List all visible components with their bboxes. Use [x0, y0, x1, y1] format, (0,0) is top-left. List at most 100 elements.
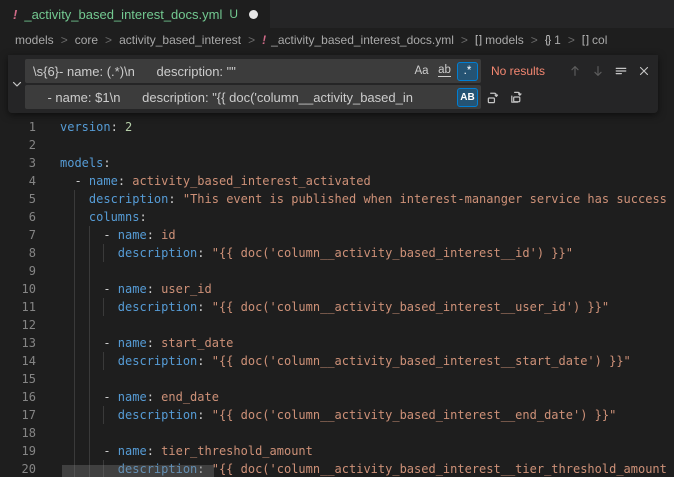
line-number[interactable]: 12 [0, 316, 36, 334]
code-line[interactable]: 6 columns: [0, 208, 674, 226]
breadcrumb-separator-icon: > [105, 33, 112, 47]
line-number[interactable]: 6 [0, 208, 36, 226]
previous-match-button[interactable] [564, 61, 585, 82]
code-line[interactable]: 2 [0, 136, 674, 154]
indent-guide [74, 262, 75, 280]
find-input[interactable]: \s{6}- name: (.*)\n description: "" Aa a… [25, 59, 481, 83]
code-line[interactable]: 17 description: "{{ doc('column__activit… [0, 406, 674, 424]
toggle-replace-button[interactable] [8, 55, 25, 113]
code-text: description: "This event is published wh… [60, 190, 667, 208]
breadcrumb-separator-icon: > [461, 33, 468, 47]
breadcrumb-item[interactable]: [ ]col [582, 33, 608, 47]
find-in-selection-button[interactable] [610, 61, 631, 82]
breadcrumb-item[interactable]: models [15, 33, 54, 47]
code-line[interactable]: 9 [0, 262, 674, 280]
line-number[interactable]: 14 [0, 352, 36, 370]
code-line[interactable]: 16 - name: end_date [0, 388, 674, 406]
code-line[interactable]: 11 description: "{{ doc('column__activit… [0, 298, 674, 316]
line-number[interactable]: 13 [0, 334, 36, 352]
code-text: version: 2 [60, 118, 132, 136]
code-line[interactable]: 5 description: "This event is published … [0, 190, 674, 208]
yaml-file-icon: ! [13, 7, 17, 22]
line-number[interactable]: 4 [0, 172, 36, 190]
code-text: description: "{{ doc('column__activity_b… [60, 298, 609, 316]
line-number[interactable]: 1 [0, 118, 36, 136]
indent-guide [74, 316, 75, 334]
line-number[interactable]: 9 [0, 262, 36, 280]
line-number[interactable]: 18 [0, 424, 36, 442]
line-number[interactable]: 7 [0, 226, 36, 244]
selection-lines-icon [614, 64, 628, 78]
breadcrumb-separator-icon: > [61, 33, 68, 47]
breadcrumb-item[interactable]: [ ]models [475, 33, 524, 47]
find-input-value: \s{6}- name: (.*)\n description: "" [33, 64, 409, 79]
whole-word-icon: ab [438, 65, 451, 77]
indent-guide [89, 262, 90, 280]
git-status-badge: U [229, 7, 238, 21]
line-number[interactable]: 16 [0, 388, 36, 406]
indent-guide [89, 316, 90, 334]
code-line[interactable]: 14 description: "{{ doc('column__activit… [0, 352, 674, 370]
line-number[interactable]: 5 [0, 190, 36, 208]
indent-guide [74, 370, 75, 388]
breadcrumb-item[interactable]: {} 1 [545, 33, 561, 47]
breadcrumb-item[interactable]: core [75, 33, 98, 47]
horizontal-scrollbar[interactable] [62, 465, 214, 477]
replace-all-button[interactable] [506, 87, 527, 108]
code-line[interactable]: 12 [0, 316, 674, 334]
code-text: description: "{{ doc('column__activity_b… [60, 244, 573, 262]
code-text: - name: id [60, 226, 176, 244]
symbol-icon: {} [545, 34, 550, 46]
breadcrumb-item[interactable]: activity_based_interest [119, 33, 241, 47]
replace-input-value: - name: $1\n description: "{{ doc('colum… [33, 90, 455, 105]
find-replace-widget: \s{6}- name: (.*)\n description: "" Aa a… [8, 55, 658, 113]
code-line[interactable]: 7 - name: id [0, 226, 674, 244]
editor[interactable]: 1 version: 2 23models:4 - name: activity_b… [0, 52, 674, 477]
yaml-file-icon: ! [262, 33, 266, 47]
breadcrumb-separator-icon: > [531, 33, 538, 47]
breadcrumb-label: models [485, 33, 524, 47]
line-number[interactable]: 19 [0, 442, 36, 460]
code-line[interactable]: 19 - name: tier_threshold_amount [0, 442, 674, 460]
tab-bar: ! _activity_based_interest_docs.yml U [0, 0, 674, 28]
line-number[interactable]: 10 [0, 280, 36, 298]
match-case-toggle[interactable]: Aa [411, 62, 432, 81]
whole-word-toggle[interactable]: ab [434, 62, 455, 81]
replace-all-icon [509, 90, 524, 105]
tab-activity-docs[interactable]: ! _activity_based_interest_docs.yml U [0, 0, 270, 28]
code-line[interactable]: 13 - name: start_date [0, 334, 674, 352]
preserve-case-toggle[interactable]: AB [457, 88, 478, 107]
code-text: - name: activity_based_interest_activate… [60, 172, 371, 190]
tab-filename: _activity_based_interest_docs.yml [24, 7, 222, 22]
symbol-icon: [ ] [582, 34, 588, 46]
line-number[interactable]: 3 [0, 154, 36, 172]
line-number[interactable]: 20 [0, 460, 36, 477]
next-match-button[interactable] [587, 61, 608, 82]
code-line[interactable]: 1 version: 2 [0, 118, 674, 136]
indent-guide [89, 370, 90, 388]
code-line[interactable]: 3models: [0, 154, 674, 172]
replace-icon [486, 90, 501, 105]
modified-dot-icon[interactable] [249, 10, 258, 19]
code-line[interactable]: 18 [0, 424, 674, 442]
line-number[interactable]: 15 [0, 370, 36, 388]
chevron-down-icon [10, 77, 24, 91]
line-number[interactable]: 2 [0, 136, 36, 154]
line-number[interactable]: 8 [0, 244, 36, 262]
close-icon [637, 64, 651, 78]
close-button[interactable] [633, 61, 654, 82]
line-number[interactable]: 17 [0, 406, 36, 424]
replace-input[interactable]: - name: $1\n description: "{{ doc('colum… [25, 85, 481, 109]
breadcrumb-label: activity_based_interest [119, 33, 241, 47]
find-results-status: No results [491, 64, 553, 78]
code-line[interactable]: 10 - name: user_id [0, 280, 674, 298]
line-number[interactable]: 11 [0, 298, 36, 316]
code-line[interactable]: 4 - name: activity_based_interest_activa… [0, 172, 674, 190]
breadcrumb-label: 1 [554, 33, 561, 47]
regex-toggle[interactable]: .* [457, 62, 478, 81]
breadcrumb-item[interactable]: !_activity_based_interest_docs.yml [262, 33, 454, 47]
replace-button[interactable] [483, 87, 504, 108]
code-text: - name: end_date [60, 388, 219, 406]
code-line[interactable]: 15 [0, 370, 674, 388]
code-line[interactable]: 8 description: "{{ doc('column__activity… [0, 244, 674, 262]
